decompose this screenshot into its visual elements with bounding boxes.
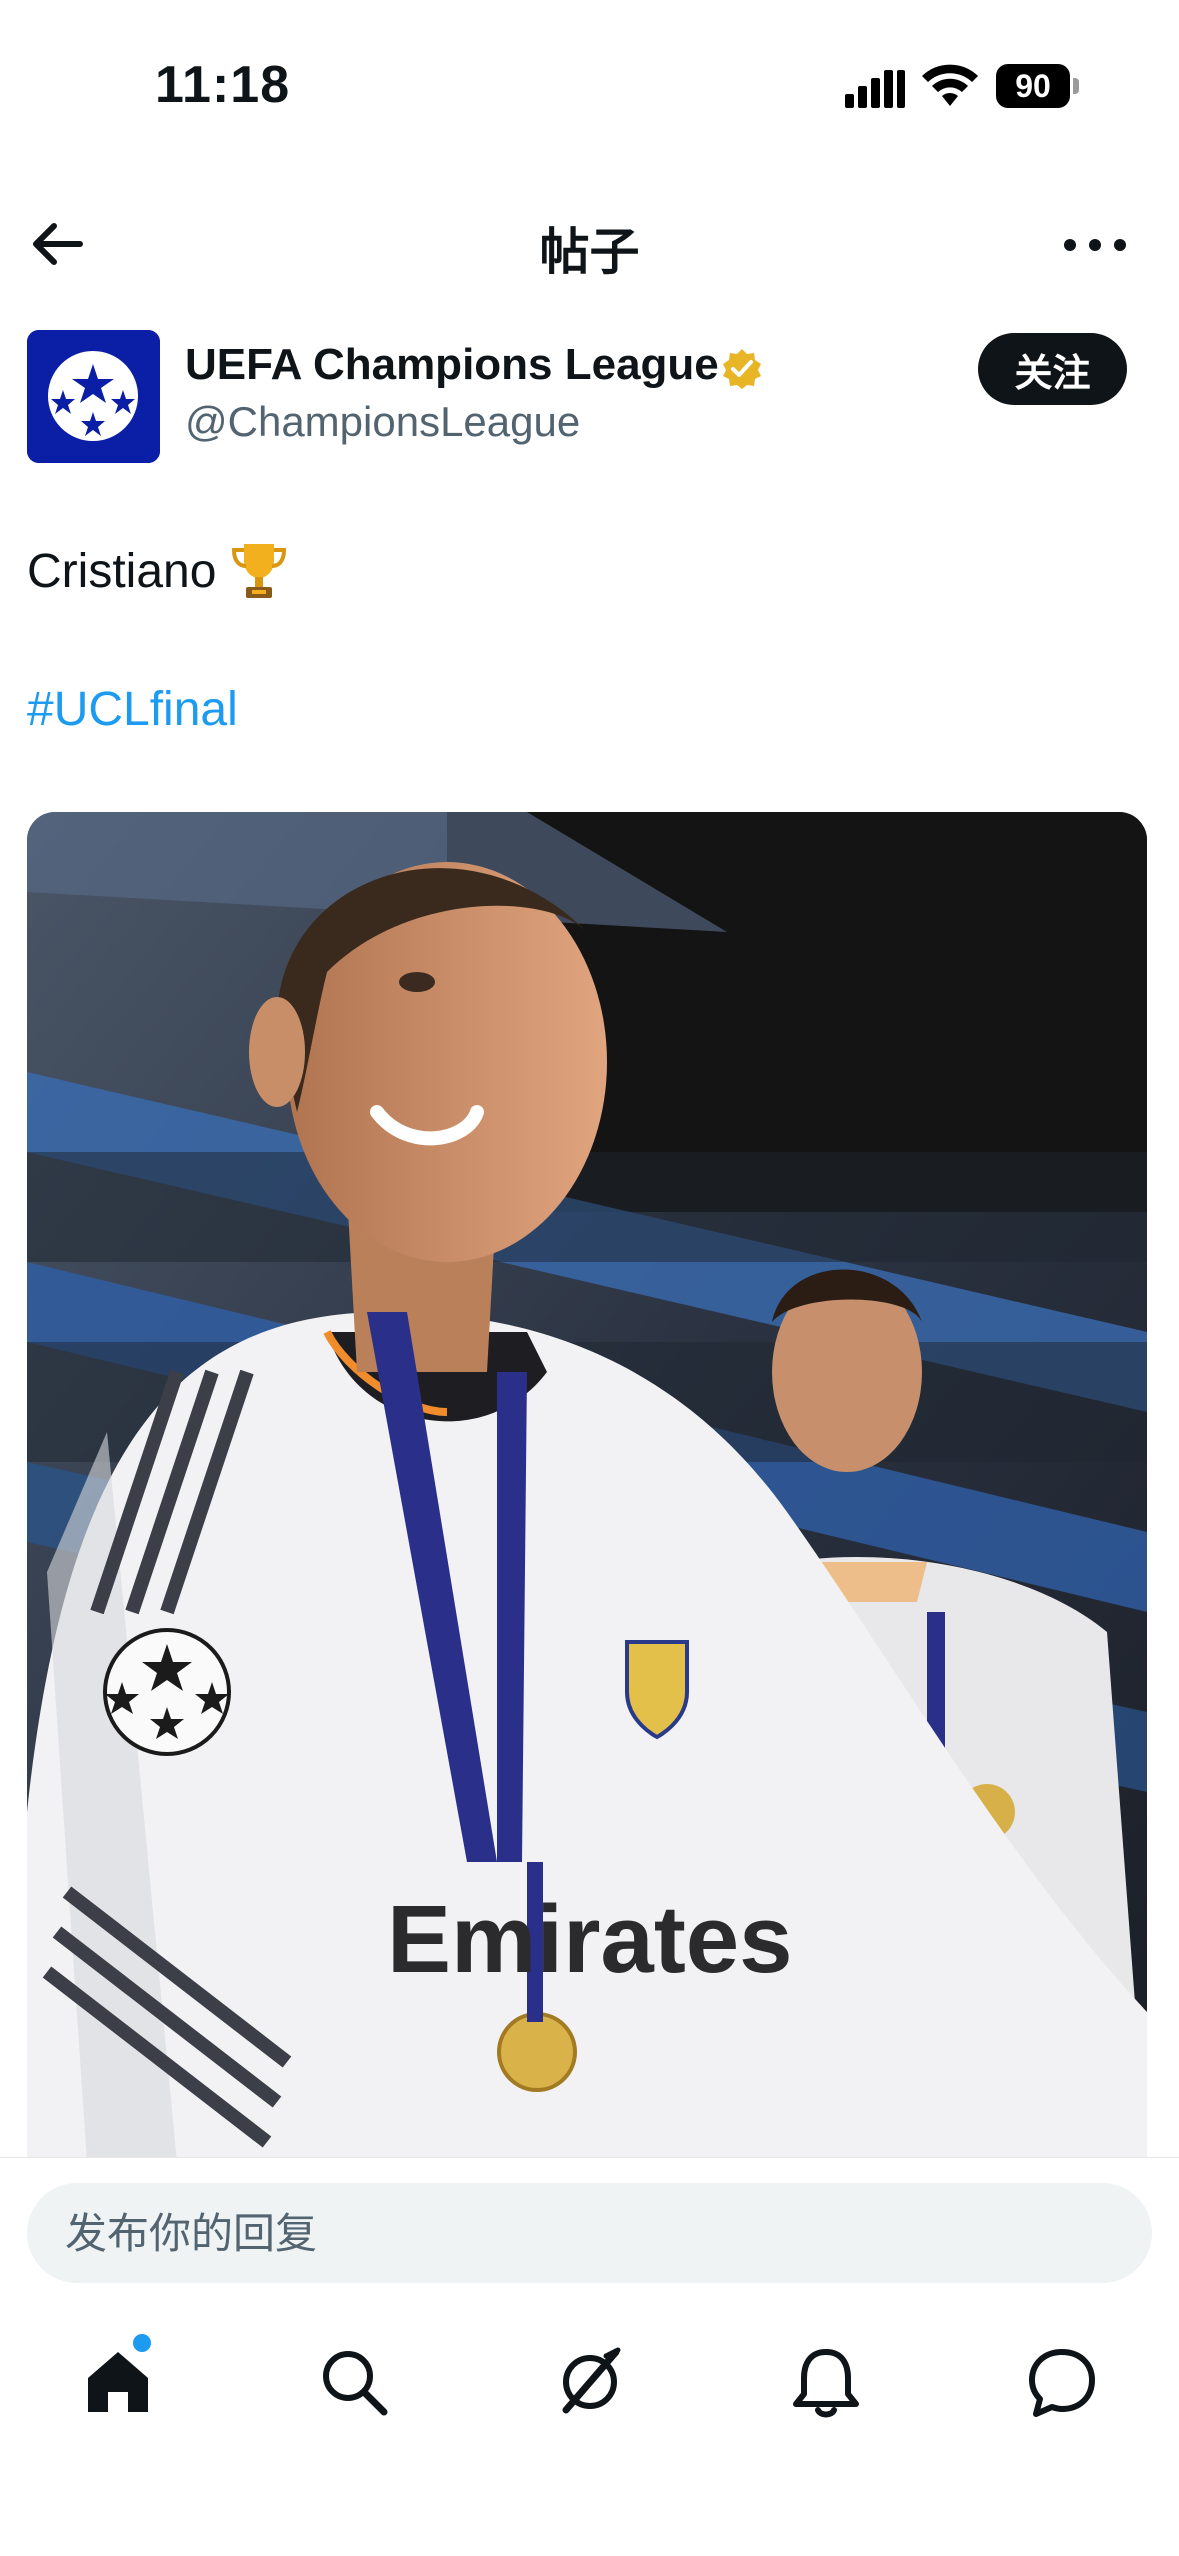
more-options-icon[interactable] [1060, 220, 1130, 270]
messages-icon[interactable] [1022, 2342, 1102, 2422]
page-title: 帖子 [539, 224, 640, 280]
hashtag-link[interactable]: #UCLfinal [27, 682, 238, 737]
top-nav: 帖子 [0, 180, 1179, 300]
wifi-icon [922, 64, 978, 106]
bottom-tab-bar [0, 2290, 1179, 2556]
battery-icon: 90 [996, 64, 1080, 108]
reply-input[interactable] [27, 2183, 1152, 2283]
avatar[interactable] [27, 330, 160, 463]
home-indicator [0, 2532, 1179, 2556]
starball-logo [27, 330, 160, 463]
post-body: Cristiano [27, 544, 217, 598]
trophy-icon [232, 544, 287, 598]
post-text: Cristiano [27, 540, 288, 602]
search-icon[interactable] [314, 2342, 394, 2422]
post-image[interactable]: Emirates [27, 812, 1147, 2162]
status-time: 11:18 [155, 56, 291, 114]
status-bar: 11:18 90 [0, 0, 1179, 170]
home-notification-dot [133, 2334, 151, 2352]
grok-icon[interactable] [550, 2342, 630, 2422]
photo-illustration: Emirates [27, 812, 1147, 2162]
user-handle[interactable]: @ChampionsLeague [185, 398, 580, 446]
signal-icon [845, 70, 905, 108]
reply-bar [0, 2157, 1179, 2288]
home-icon[interactable] [78, 2342, 158, 2422]
svg-text:Emirates: Emirates [387, 1886, 793, 1993]
verified-badge-icon [723, 349, 761, 389]
display-name[interactable]: UEFA Champions League [185, 340, 719, 390]
follow-button[interactable]: 关注 [978, 333, 1127, 405]
battery-level: 90 [996, 64, 1070, 108]
bell-icon[interactable] [786, 2342, 866, 2422]
